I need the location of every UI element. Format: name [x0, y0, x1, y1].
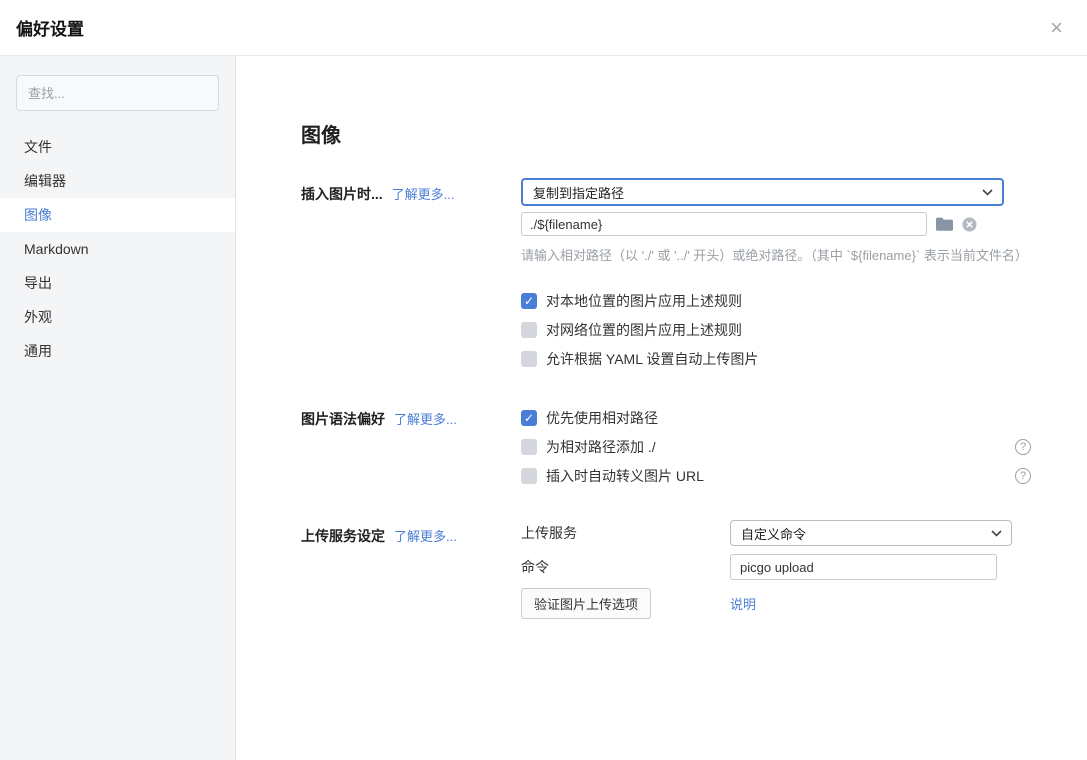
image-syntax-label-col: 图片语法偏好 了解更多... — [301, 403, 521, 429]
window-title: 偏好设置 — [16, 15, 84, 40]
page-title: 图像 — [301, 119, 1031, 148]
sidebar-item-image[interactable]: 图像 — [0, 198, 235, 232]
command-row: 命令 — [521, 554, 1031, 580]
insert-checkbox-group: 对本地位置的图片应用上述规则 对网络位置的图片应用上述规则 允许根据 YAML … — [521, 286, 1031, 373]
checkbox-label: 允许根据 YAML 设置自动上传图片 — [546, 349, 758, 369]
insert-image-controls: 复制到指定路径 请输入相对路径（以 './ — [521, 178, 1031, 373]
upload-service-select-value: 自定义命令 — [741, 524, 806, 543]
upload-service-label: 上传服务设定 — [301, 526, 385, 546]
checkbox-label: 对本地位置的图片应用上述规则 — [546, 291, 742, 311]
validate-upload-button[interactable]: 验证图片上传选项 — [521, 588, 651, 619]
image-syntax-label: 图片语法偏好 — [301, 409, 385, 429]
sidebar-nav: 文件 编辑器 图像 Markdown 导出 外观 通用 — [0, 130, 235, 368]
checkbox-label: 优先使用相对路径 — [546, 408, 658, 428]
insert-action-select[interactable]: 复制到指定路径 — [521, 178, 1004, 206]
checkbox-row-yaml-upload: 允许根据 YAML 设置自动上传图片 — [521, 344, 1031, 373]
chevron-down-icon — [982, 189, 993, 196]
sidebar: 文件 编辑器 图像 Markdown 导出 外观 通用 — [0, 56, 236, 760]
validate-button-slot: 验证图片上传选项 — [521, 588, 730, 619]
checkbox-row-escape-url: 插入时自动转义图片 URL ? — [521, 461, 1031, 490]
upload-service-label-col: 上传服务设定 了解更多... — [301, 520, 521, 546]
preferences-window: 偏好设置 × 文件 编辑器 图像 Markdown 导出 外观 通用 图像 插 — [0, 0, 1087, 760]
image-syntax-controls: 优先使用相对路径 为相对路径添加 ./ ? 插入时自动转义图片 URL ? — [521, 403, 1031, 490]
command-field-label: 命令 — [521, 557, 730, 577]
layout: 文件 编辑器 图像 Markdown 导出 外观 通用 图像 插入图片时... … — [0, 56, 1087, 760]
checkbox-row-relative-path: 优先使用相对路径 — [521, 403, 1031, 432]
command-input[interactable] — [730, 554, 997, 580]
sidebar-item-file[interactable]: 文件 — [0, 130, 235, 164]
search-input[interactable] — [16, 75, 219, 111]
path-row — [521, 212, 1031, 236]
insert-action-select-value: 复制到指定路径 — [533, 183, 624, 202]
upload-service-select[interactable]: 自定义命令 — [730, 520, 1012, 546]
sidebar-item-editor[interactable]: 编辑器 — [0, 164, 235, 198]
upload-service-row: 上传服务 自定义命令 — [521, 520, 1031, 546]
sidebar-item-general[interactable]: 通用 — [0, 334, 235, 368]
clear-icon[interactable] — [962, 217, 977, 232]
path-hint: 请输入相对路径（以 './' 或 '../' 开头）或绝对路径。（其中 `${f… — [521, 245, 1031, 264]
escape-url-checkbox[interactable] — [521, 468, 537, 484]
help-icon[interactable]: ? — [1015, 468, 1031, 484]
network-rule-checkbox[interactable] — [521, 322, 537, 338]
folder-icon[interactable] — [936, 217, 953, 231]
sidebar-item-export[interactable]: 导出 — [0, 266, 235, 300]
upload-service-controls: 上传服务 自定义命令 命令 验证图 — [521, 520, 1031, 627]
settings-panel: 图像 插入图片时... 了解更多... 复制到指定路径 — [236, 56, 1087, 760]
path-input[interactable] — [521, 212, 927, 236]
sidebar-item-appearance[interactable]: 外观 — [0, 300, 235, 334]
checkbox-label: 插入时自动转义图片 URL — [546, 466, 704, 486]
chevron-down-icon — [991, 530, 1002, 537]
image-syntax-section: 图片语法偏好 了解更多... 优先使用相对路径 为相对路径添加 ./ ? — [301, 403, 1031, 490]
validate-row: 验证图片上传选项 说明 — [521, 588, 1031, 619]
insert-image-label: 插入图片时... — [301, 184, 383, 204]
search-box — [0, 75, 235, 111]
local-rule-checkbox[interactable] — [521, 293, 537, 309]
checkbox-row-local-rule: 对本地位置的图片应用上述规则 — [521, 286, 1031, 315]
upload-learn-more-link[interactable]: 了解更多... — [394, 526, 457, 545]
insert-image-section: 插入图片时... 了解更多... 复制到指定路径 — [301, 178, 1031, 373]
add-dot-slash-checkbox[interactable] — [521, 439, 537, 455]
checkbox-label: 对网络位置的图片应用上述规则 — [546, 320, 742, 340]
insert-image-label-col: 插入图片时... 了解更多... — [301, 178, 521, 204]
yaml-upload-checkbox[interactable] — [521, 351, 537, 367]
sidebar-item-markdown[interactable]: Markdown — [0, 232, 235, 266]
insert-learn-more-link[interactable]: 了解更多... — [392, 184, 455, 203]
checkbox-label: 为相对路径添加 ./ — [546, 437, 656, 457]
close-icon[interactable]: × — [1050, 17, 1063, 39]
checkbox-row-network-rule: 对网络位置的图片应用上述规则 — [521, 315, 1031, 344]
instructions-link[interactable]: 说明 — [730, 594, 756, 613]
checkbox-row-add-dot-slash: 为相对路径添加 ./ ? — [521, 432, 1031, 461]
help-icon[interactable]: ? — [1015, 439, 1031, 455]
titlebar: 偏好设置 × — [0, 0, 1087, 56]
upload-service-field-label: 上传服务 — [521, 523, 730, 543]
relative-path-checkbox[interactable] — [521, 410, 537, 426]
upload-service-section: 上传服务设定 了解更多... 上传服务 自定义命令 命令 — [301, 520, 1031, 627]
syntax-learn-more-link[interactable]: 了解更多... — [394, 409, 457, 428]
